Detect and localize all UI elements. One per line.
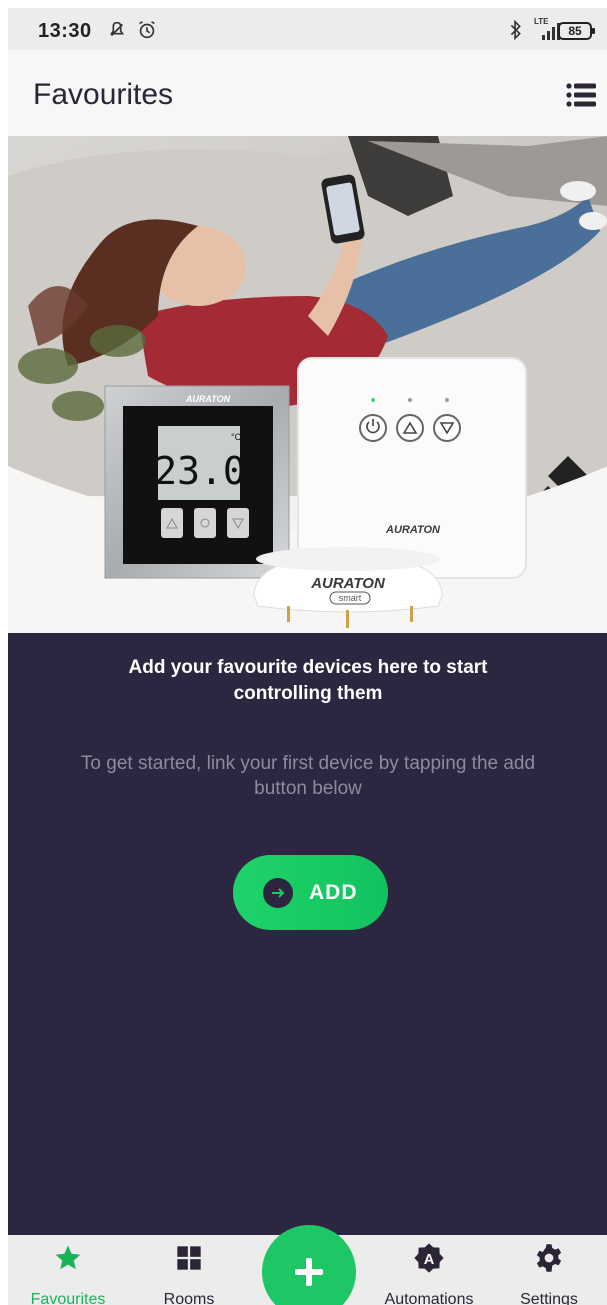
thermostat-reading: 23.0 (154, 449, 246, 493)
thermostat-brand: AURATON (185, 394, 231, 404)
plus-icon (295, 1258, 323, 1286)
empty-state-panel: Add your favourite devices here to start… (8, 633, 607, 1235)
status-icons-right: LTE (508, 17, 564, 41)
bluetooth-icon (510, 19, 521, 41)
nav-favourites[interactable]: Favourites (13, 1241, 123, 1305)
battery-indicator: 85 (558, 22, 595, 40)
automation-icon: A (412, 1241, 446, 1275)
add-fab-button[interactable] (262, 1225, 356, 1305)
do-not-disturb-icon (109, 21, 125, 37)
empty-state-heading: Add your favourite devices here to start… (128, 657, 488, 704)
status-time: 13:30 (38, 20, 92, 42)
alarm-icon (139, 21, 155, 39)
battery-level: 85 (568, 24, 582, 38)
nav-favourites-label: Favourites (30, 1291, 106, 1305)
thermostat-unit: °C (231, 432, 242, 442)
nav-rooms-label: Rooms (163, 1291, 215, 1305)
hero-image: AURATON AURATON 23.0 °C AURATON smart (8, 136, 607, 633)
grid-icon (172, 1241, 206, 1275)
page-title: Favourites (33, 78, 174, 111)
sensor-brand: AURATON (310, 575, 386, 592)
app-bar: Favourites (8, 50, 607, 136)
hero-illustration: AURATON AURATON 23.0 °C AURATON smart (8, 136, 607, 633)
nav-settings-label: Settings (520, 1291, 578, 1305)
nav-settings[interactable]: Settings (494, 1241, 604, 1305)
controller-brand: AURATON (385, 524, 441, 536)
svg-text:A: A (424, 1252, 435, 1268)
nav-automations-label: Automations (384, 1291, 474, 1305)
nav-automations[interactable]: A Automations (374, 1241, 484, 1305)
sensor-brand-small: smart (339, 593, 362, 603)
star-icon (51, 1241, 85, 1275)
list-view-icon[interactable] (566, 82, 596, 108)
add-button-label: ADD (309, 880, 358, 904)
gear-icon (532, 1241, 566, 1275)
add-device-button[interactable]: ADD (233, 855, 388, 930)
app-screen: 13:30 LTE 85 Favourites AURATON AURATON … (8, 8, 607, 1305)
nav-rooms[interactable]: Rooms (134, 1241, 244, 1305)
empty-state-subtext: To get started, link your first device b… (80, 753, 536, 799)
arrow-right-icon (263, 877, 293, 908)
status-icons-left (106, 19, 158, 41)
status-bar: 13:30 LTE 85 (8, 8, 607, 50)
bottom-navigation: Favourites Rooms A Automations Settings (8, 1225, 607, 1305)
